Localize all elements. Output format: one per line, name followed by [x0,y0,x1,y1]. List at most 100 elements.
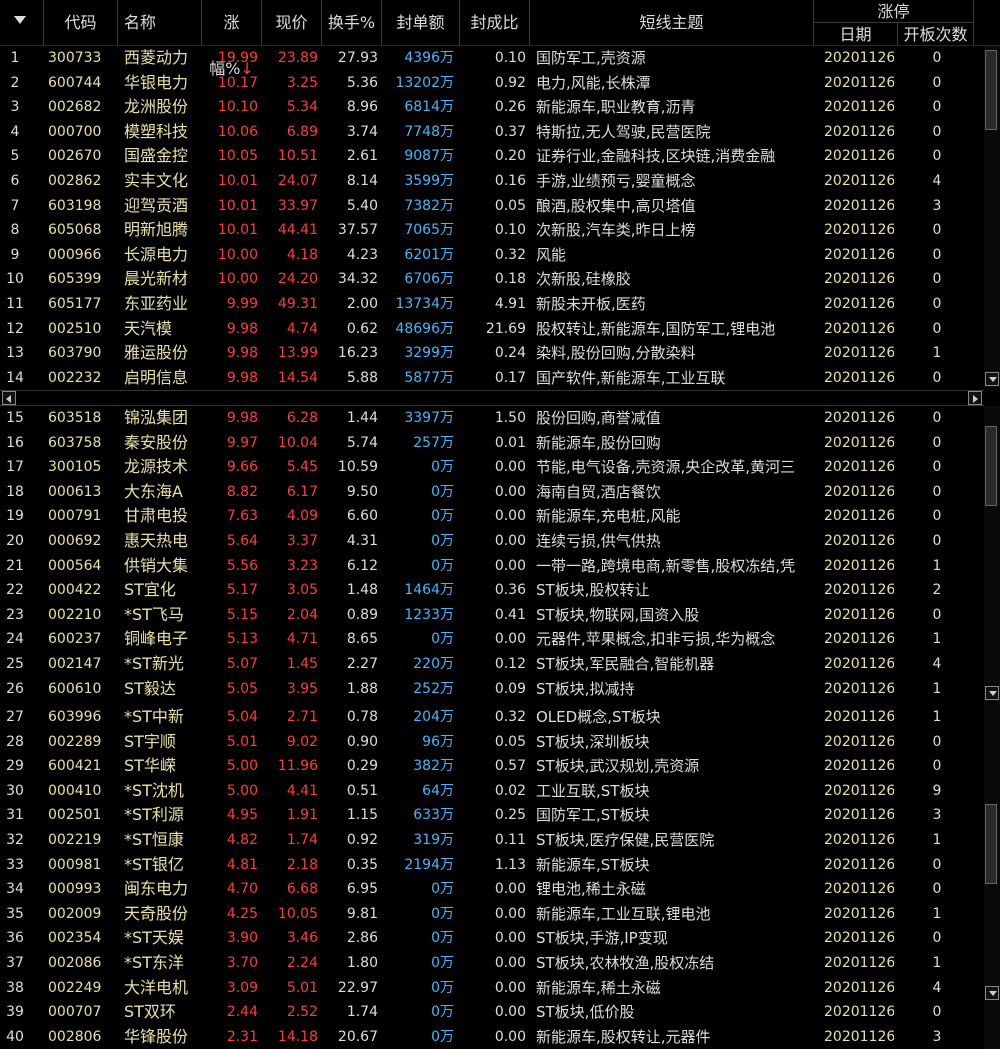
column-header-code[interactable]: 代码 [44,0,118,46]
scroll-right-button[interactable] [968,391,982,405]
table-row[interactable]: 5 002670 国盛金控 10.05 10.51 2.61 9087万 0.20 证券行业,金… [0,144,1000,169]
arrow-down-icon [989,691,997,696]
open-count: 0 [932,148,942,165]
table-row[interactable]: 29 600421 ST华嵘 5.00 11.96 0.29 382万 0.57 ST板块,武汉… [0,754,1000,779]
stock-name: 大东海A [124,481,183,501]
vertical-scrollbar-pane-1[interactable] [984,46,1000,388]
table-row[interactable]: 22 000422 ST宜化 5.17 3.05 1.48 1464万 0.36 ST板块,股权… [0,578,1000,603]
vertical-scrollbar-pane-3[interactable] [984,704,1000,1049]
table-row[interactable]: 25 002147 *ST新光 5.07 1.45 2.27 220万 0.12 ST板块,军民… [0,652,1000,677]
table-row[interactable]: 8 605068 明新旭腾 10.01 44.41 37.57 7065万 0.10 次新股,汽… [0,218,1000,243]
theme-tags: ST板块,深圳板块 [536,732,650,751]
table-row[interactable]: 35 002009 天奇股份 4.25 10.05 9.81 0万 0.00 新能源车,工业互联… [0,902,1000,927]
column-header-turnover[interactable]: 换手% [322,0,382,46]
column-header-open-count[interactable]: 开板次数 [898,23,974,46]
seal-amount: 7382万 [404,197,454,214]
table-row[interactable]: 40 002806 华锋股份 2.31 14.18 20.67 0万 0.00 新能源车,股权转… [0,1025,1000,1049]
stock-code: 000981 [48,856,102,873]
table-row[interactable]: 27 603996 *ST中新 5.04 2.71 0.78 204万 0.32 OLED概念,… [0,705,1000,730]
scroll-down-button[interactable] [985,686,999,700]
table-row[interactable]: 19 000791 甘肃电投 7.63 4.09 6.60 0万 0.00 新能源车,充电桩,风… [0,504,1000,529]
stock-code: 603518 [48,410,102,426]
table-row[interactable]: 32 002219 *ST恒康 4.82 1.74 0.92 319万 0.11 ST板块,医疗… [0,828,1000,853]
limit-date: 20201126 [824,832,894,848]
table-row[interactable]: 14 002232 启明信息 9.98 14.54 5.88 5877万 0.17 国产软件,新… [0,366,1000,391]
table-row[interactable]: 31 002501 *ST利源 4.95 1.91 1.15 633万 0.25 国防军工,ST… [0,803,1000,828]
column-header-seal-ratio[interactable]: 封成比 [460,0,530,46]
current-price: 4.18 [286,246,318,263]
table-row[interactable]: 23 002210 *ST飞马 5.15 2.04 0.89 1233万 0.41 ST板块,物… [0,603,1000,628]
table-row[interactable]: 36 002354 *ST天娱 3.90 3.46 2.86 0万 0.00 ST板块,手游,I… [0,926,1000,951]
table-row[interactable]: 3 002682 龙洲股份 10.10 5.34 8.96 6814万 0.26 新能源车,职业… [0,95,1000,120]
row-index: 33 [6,856,24,873]
table-row[interactable]: 17 300105 龙源技术 9.66 5.45 10.59 0万 0.00 节能,电气设备,壳… [0,455,1000,480]
table-row[interactable]: 38 002249 大洋电机 3.09 5.01 22.97 0万 0.00 新能源车,稀土永磁… [0,976,1000,1001]
row-index: 21 [6,557,24,574]
seal-ratio: 0.11 [494,832,526,848]
column-header-pct[interactable]: 涨幅%↓ [202,0,262,78]
seal-ratio: 0.10 [494,50,526,66]
table-header: 代码 名称 涨幅%↓ 现价 换手% 封单额 封成比 短线主题 涨停 日期 开板次… [0,0,1000,78]
row-index: 35 [6,905,24,922]
table-row[interactable]: 39 000707 ST双环 2.44 2.52 1.74 0万 0.00 ST板块,低价股 20… [0,1000,1000,1025]
sort-menu-button[interactable] [0,0,44,46]
scroll-down-button[interactable] [985,986,999,1000]
current-price: 24.07 [277,173,318,189]
column-header-date[interactable]: 日期 [814,23,898,46]
table-row[interactable]: 2 600744 华银电力 10.17 3.25 5.36 13202万 0.92 电力,风能,… [0,71,1000,96]
table-row[interactable]: 33 000981 *ST银亿 4.81 2.18 0.35 2194万 1.13 新能源车,S… [0,853,1000,878]
seal-amount: 319万 [413,832,454,848]
turnover-rate: 37.57 [337,222,378,239]
limit-date: 20201126 [824,74,894,91]
scroll-thumb[interactable] [985,426,997,506]
column-header-price[interactable]: 现价 [262,0,322,46]
table-row[interactable]: 37 002086 *ST东洋 3.70 2.24 1.80 0万 0.00 ST板块,农林牧渔… [0,951,1000,976]
table-row[interactable]: 18 000613 大东海A 8.82 6.17 9.50 0万 0.00 海南自贸,酒店餐饮 2… [0,480,1000,505]
turnover-rate: 0.90 [346,733,378,750]
table-row[interactable]: 26 600610 ST毅达 5.05 3.95 1.88 252万 0.09 ST板块,拟减持… [0,677,1000,702]
vertical-scrollbar-pane-2[interactable] [984,406,1000,702]
table-row[interactable]: 13 603790 雅运股份 9.98 13.99 16.23 3299万 0.24 染料,股份… [0,341,1000,366]
table-row[interactable]: 4 000700 模塑科技 10.06 6.89 3.74 7748万 0.37 特斯拉,无人驾… [0,120,1000,145]
change-pct: 19.99 [217,50,258,66]
limit-date: 20201126 [824,656,894,672]
table-row[interactable]: 10 605399 晨光新材 10.00 24.20 34.32 6706万 0.18 次新股,… [0,267,1000,292]
limit-date: 20201126 [824,508,894,525]
table-row[interactable]: 24 600237 铜峰电子 5.13 4.71 8.65 0万 0.00 元器件,苹果概念,扣… [0,627,1000,652]
stock-name: *ST飞马 [124,604,184,624]
seal-ratio: 0.02 [494,782,526,799]
table-row[interactable]: 1 300733 西菱动力 19.99 23.89 27.93 4396万 0.10 国防军工,… [0,46,1000,71]
column-header-name[interactable]: 名称 [118,0,202,46]
column-header-theme[interactable]: 短线主题 [530,0,814,46]
table-row[interactable]: 30 000410 *ST沈机 5.00 4.41 0.51 64万 0.02 工业互联,ST板… [0,779,1000,804]
limit-date: 20201126 [824,99,894,116]
table-row[interactable]: 12 002510 天汽模 9.98 4.74 0.62 48696万 21.69 股权转让,新… [0,317,1000,342]
scroll-left-button[interactable] [2,391,16,405]
table-row[interactable]: 28 002289 ST宇顺 5.01 9.02 0.90 96万 0.05 ST板块,深圳板块… [0,730,1000,755]
table-row[interactable]: 16 603758 秦安股份 9.97 10.04 5.74 257万 0.01 新能源车,股份… [0,431,1000,456]
current-price: 2.24 [286,955,318,971]
seal-ratio: 0.26 [494,99,526,116]
turnover-rate: 27.93 [337,50,378,66]
table-row[interactable]: 7 603198 迎驾贡酒 10.01 33.97 5.40 7382万 0.05 酿酒,股权集… [0,194,1000,219]
horizontal-scrollbar[interactable] [0,390,984,406]
limit-date: 20201126 [824,173,894,189]
seal-amount: 0万 [431,508,454,525]
table-row[interactable]: 34 000993 闽东电力 4.70 6.68 6.95 0万 0.00 锂电池,稀土永磁 20… [0,877,1000,902]
scroll-thumb[interactable] [985,50,997,130]
table-row[interactable]: 20 000692 惠天热电 5.64 3.37 4.31 0万 0.00 连续亏损,供气供热 2… [0,529,1000,554]
seal-amount: 633万 [413,807,454,824]
column-header-seal-amount[interactable]: 封单额 [382,0,460,46]
turnover-rate: 6.60 [346,508,378,525]
table-row[interactable]: 11 605177 东亚药业 9.99 49.31 2.00 13734万 4.91 新股未开板… [0,292,1000,317]
open-count: 0 [932,508,942,525]
seal-amount: 0万 [431,1028,454,1045]
scroll-thumb[interactable] [985,804,997,884]
table-row[interactable]: 15 603518 锦泓集团 9.98 6.28 1.44 3397万 1.50 股份回购,商誉… [0,406,1000,431]
table-row[interactable]: 21 000564 供销大集 5.56 3.23 6.12 0万 0.00 一带一路,跨境电商,… [0,554,1000,579]
table-row[interactable]: 6 002862 实丰文化 10.01 24.07 8.14 3599万 0.16 手游,业绩预… [0,169,1000,194]
open-count: 4 [932,979,942,996]
scroll-down-button[interactable] [985,372,999,386]
table-row[interactable]: 9 000966 长源电力 10.00 4.18 4.23 6201万 0.32 风能 20201… [0,243,1000,268]
limit-date: 20201126 [824,881,894,898]
